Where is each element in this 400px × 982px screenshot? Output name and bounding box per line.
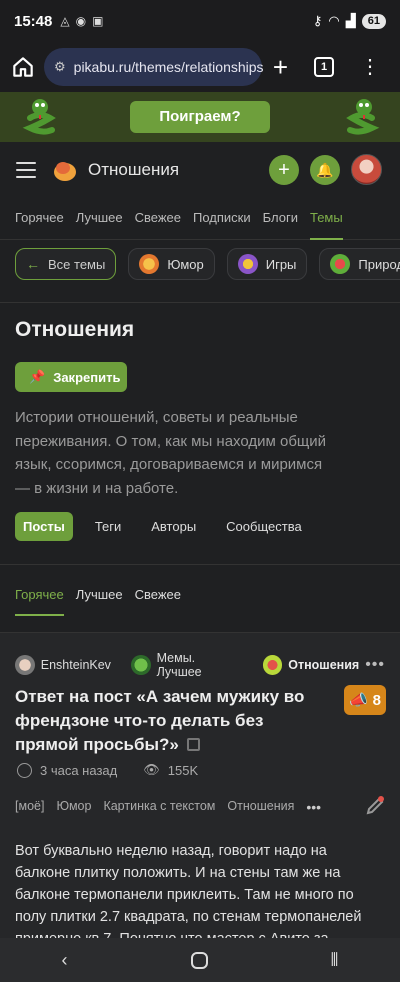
browser-toolbar: ⚙ pikabu.ru/themes/relationships + 1 ⋮ — [0, 42, 400, 92]
post-stats: 3 часа назад 👁 155K — [17, 762, 198, 778]
rating-value: 8 — [372, 691, 382, 709]
system-nav-bar: ‹ ⦀ — [0, 938, 400, 982]
theme-logo-icon — [54, 162, 76, 181]
chip-label: Природ — [358, 256, 400, 272]
chip-games[interactable]: Игры — [226, 248, 308, 280]
community-icon — [130, 655, 151, 675]
post-card: EnshteinKev Мемы. Лучшее Отношения ••• О… — [0, 632, 400, 947]
theme-description: Истории отношений, советы и реальные пер… — [15, 409, 327, 497]
all-themes-button[interactable]: ← Все темы — [15, 248, 117, 280]
eye-icon: 👁 — [143, 762, 160, 777]
post-body: Вот буквально неделю назад, говорит надо… — [15, 843, 362, 947]
vpn-icon: ◬ — [60, 14, 70, 28]
play-button[interactable]: Поиграем? — [130, 101, 270, 133]
post-meta: EnshteinKev Мемы. Лучшее Отношения ••• — [15, 651, 385, 679]
tag[interactable]: Юмор — [56, 799, 91, 815]
nature-icon — [330, 254, 351, 274]
header-title: Отношения — [88, 160, 180, 179]
theme-chips: ← Все темы Юмор Игры Природ — [0, 248, 400, 294]
tab-best[interactable]: Лучшее — [76, 198, 123, 240]
rating-badge[interactable]: 📣 8 — [344, 685, 386, 715]
camera-icon: ▣ — [92, 14, 104, 28]
site-settings-icon[interactable]: ⚙ — [54, 59, 66, 75]
more-options-icon[interactable]: ••• — [365, 656, 385, 674]
post-tags: [моё] Юмор Картинка с текстом Отношения … — [15, 799, 321, 815]
post-title[interactable]: Ответ на пост «А зачем мужику во френдзо… — [15, 685, 330, 757]
browser-menu-icon[interactable]: ⋮ — [360, 57, 380, 77]
tab-themes[interactable]: Темы — [309, 198, 343, 240]
subtab-posts[interactable]: Посты — [15, 512, 73, 541]
pin-icon: 📌 — [29, 369, 46, 384]
chip-label: Юмор — [167, 256, 204, 272]
tab-fresh[interactable]: Свежее — [135, 198, 181, 240]
chip-humor[interactable]: Юмор — [128, 248, 215, 280]
tag[interactable]: Отношения — [227, 799, 294, 815]
more-tags-icon[interactable]: ••• — [306, 799, 321, 815]
post-community[interactable]: Мемы. Лучшее — [157, 651, 243, 679]
subtab-authors[interactable]: Авторы — [143, 512, 204, 541]
snake-icon — [346, 99, 380, 135]
url-text: pikabu.ru/themes/relationships — [73, 59, 264, 75]
snake-icon — [22, 99, 56, 135]
external-link-icon[interactable] — [186, 738, 200, 751]
back-icon[interactable]: ‹ — [62, 950, 68, 971]
battery-indicator: 61 — [361, 13, 386, 29]
sort-tabs: Горячее Лучшее Свежее — [15, 580, 181, 616]
all-themes-label: Все темы — [48, 256, 106, 272]
signal-icon: ▟ — [345, 13, 356, 28]
new-tab-button[interactable]: + — [273, 54, 288, 80]
chip-nature[interactable]: Природ — [319, 248, 400, 280]
post-theme[interactable]: Отношения — [288, 658, 359, 672]
tab-hot[interactable]: Горячее — [15, 198, 64, 240]
chip-label: Игры — [265, 256, 297, 272]
home-button-icon[interactable] — [190, 951, 208, 969]
address-bar[interactable]: ⚙ pikabu.ru/themes/relationships — [44, 48, 264, 86]
tab-subscriptions[interactable]: Подписки — [193, 198, 251, 240]
sort-fresh[interactable]: Свежее — [135, 580, 181, 616]
humor-icon — [139, 254, 160, 274]
shield-icon: ◉ — [75, 14, 87, 28]
divider — [0, 302, 400, 303]
menu-icon[interactable] — [16, 162, 36, 178]
sort-best[interactable]: Лучшее — [76, 580, 123, 616]
post-author[interactable]: EnshteinKev — [41, 658, 111, 672]
post-views: 155K — [167, 762, 199, 778]
tag[interactable]: [моё] — [15, 799, 44, 815]
games-icon — [237, 254, 258, 274]
post-title-text: Ответ на пост «А зачем мужику во френдзо… — [15, 687, 305, 754]
status-left-icons: ◬ ◉ ▣ — [60, 14, 103, 28]
subtab-communities[interactable]: Сообщества — [218, 512, 310, 541]
author-avatar[interactable] — [15, 655, 35, 675]
pin-label: Закрепить — [53, 369, 121, 385]
theme-icon — [262, 655, 283, 675]
tag[interactable]: Картинка с текстом — [103, 799, 215, 815]
pin-button[interactable]: 📌 Закрепить — [15, 362, 127, 392]
avatar[interactable] — [351, 154, 382, 185]
recents-icon[interactable]: ⦀ — [331, 950, 339, 971]
status-bar: 15:48 ◬ ◉ ▣ ⚷ ◠ ▟ 61 — [0, 0, 400, 42]
status-time: 15:48 — [14, 12, 53, 30]
tab-switcher-button[interactable]: 1 — [314, 57, 334, 77]
divider — [0, 564, 400, 565]
main-nav-tabs: Горячее Лучшее Свежее Подписки Блоги Тем… — [0, 198, 400, 240]
arrow-left-icon: ← — [26, 256, 40, 272]
sort-hot[interactable]: Горячее — [15, 580, 64, 616]
site-header: Отношения + 🔔 — [0, 142, 400, 198]
home-icon[interactable] — [10, 54, 36, 80]
theme-subtabs: Посты Теги Авторы Сообщества — [15, 512, 324, 541]
key-icon: ⚷ — [312, 13, 323, 28]
page-title: Отношения — [15, 318, 135, 341]
game-banner[interactable]: Поиграем? — [0, 92, 400, 142]
status-right-icons: ⚷ ◠ ▟ 61 — [313, 13, 386, 29]
clock-icon — [17, 762, 32, 778]
megaphone-icon: 📣 — [348, 692, 368, 709]
post-time: 3 часа назад — [40, 762, 118, 778]
notifications-bell-icon[interactable]: 🔔 — [310, 155, 340, 185]
subtab-tags[interactable]: Теги — [87, 512, 129, 541]
pencil-icon[interactable] — [364, 795, 386, 817]
wifi-icon: ◠ — [328, 13, 340, 28]
add-post-button[interactable]: + — [269, 155, 299, 185]
tab-blogs[interactable]: Блоги — [263, 198, 298, 240]
